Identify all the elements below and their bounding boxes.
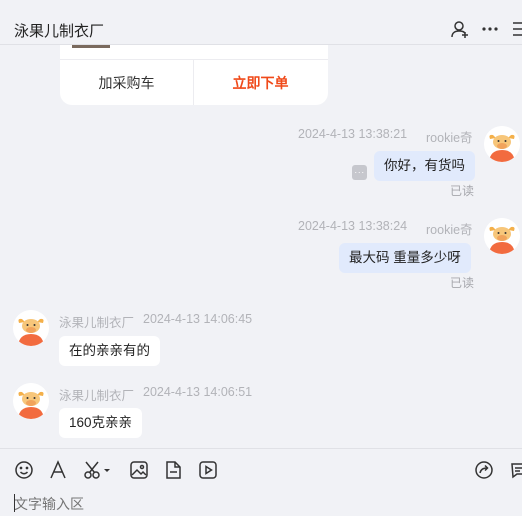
image-icon[interactable] xyxy=(129,460,149,480)
message-bubble[interactable]: 你好，有货吗 xyxy=(374,151,475,181)
message-more-icon[interactable]: ··· xyxy=(352,165,367,180)
text-caret xyxy=(14,494,15,512)
product-thumbnail[interactable] xyxy=(72,45,110,48)
message-bubble[interactable]: 160克亲亲 xyxy=(59,408,143,438)
file-icon[interactable] xyxy=(163,460,183,480)
message-bubble[interactable]: 在的亲亲有的 xyxy=(59,336,160,366)
message-sender: rookie奇 xyxy=(426,131,473,145)
font-icon[interactable] xyxy=(48,460,68,480)
avatar[interactable] xyxy=(484,126,520,162)
more-icon[interactable] xyxy=(480,19,500,39)
read-status: 已读 xyxy=(450,184,475,198)
product-card: 加采购车 立即下单 xyxy=(60,45,328,105)
message-sender: 泳果儿制衣厂 xyxy=(59,389,135,403)
composer-toolbar xyxy=(0,448,522,516)
quick-reply-icon[interactable] xyxy=(509,460,522,480)
chat-header: 泳果儿制衣厂 xyxy=(0,0,522,45)
share-icon[interactable] xyxy=(474,460,494,480)
menu-icon[interactable] xyxy=(511,19,522,39)
avatar[interactable] xyxy=(13,383,49,419)
add-to-cart-button[interactable]: 加采购车 xyxy=(60,60,193,105)
add-contact-icon[interactable] xyxy=(450,19,470,39)
avatar[interactable] xyxy=(13,310,49,346)
scissors-icon[interactable] xyxy=(83,460,111,480)
video-icon[interactable] xyxy=(198,460,218,480)
message-bubble[interactable]: 最大码 重量多少呀 xyxy=(339,243,471,273)
message-input[interactable] xyxy=(14,494,454,514)
message-time: 2024-4-13 13:38:21 xyxy=(298,127,408,141)
message-time: 2024-4-13 14:06:45 xyxy=(143,312,253,326)
message-sender: 泳果儿制衣厂 xyxy=(59,316,135,330)
emoji-icon[interactable] xyxy=(14,460,34,480)
chat-title: 泳果儿制衣厂 xyxy=(14,23,105,40)
message-time: 2024-4-13 13:38:24 xyxy=(298,219,408,233)
read-status: 已读 xyxy=(450,276,475,290)
message-time: 2024-4-13 14:06:51 xyxy=(143,385,253,399)
message-sender: rookie奇 xyxy=(426,223,473,237)
avatar[interactable] xyxy=(484,218,520,254)
buy-now-button[interactable]: 立即下单 xyxy=(194,60,327,105)
